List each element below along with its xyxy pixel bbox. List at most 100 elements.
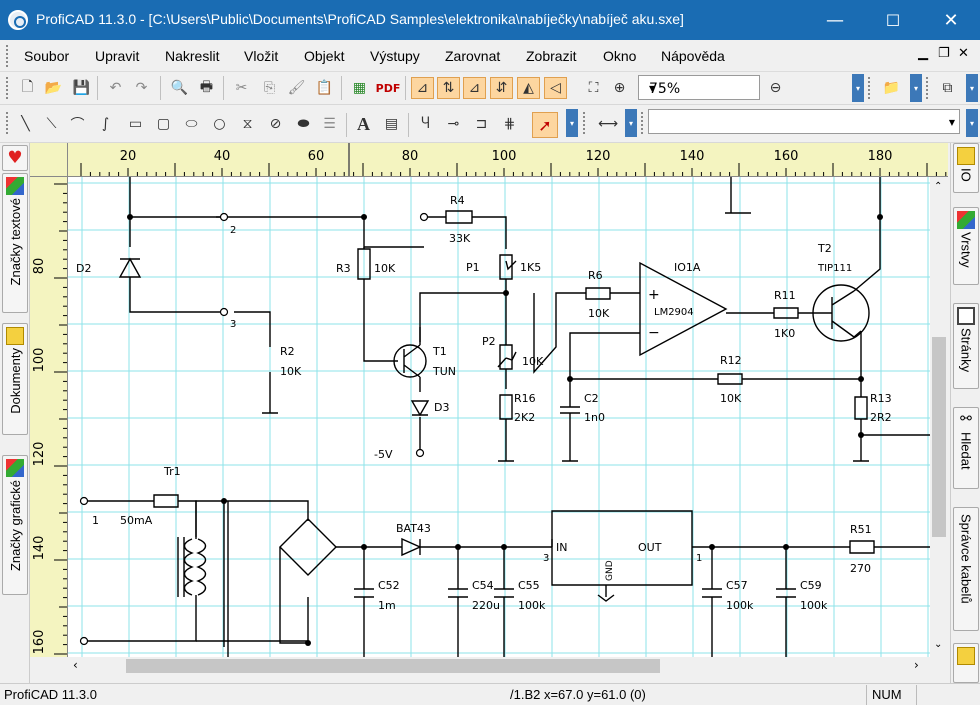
tab-znacky-graficke[interactable]: Značky grafické — [2, 455, 28, 595]
close-button[interactable]: ✕ — [922, 0, 980, 40]
scroll-left-arrow-icon[interactable]: ‹ — [73, 658, 78, 672]
svg-text:−: − — [648, 325, 660, 341]
select-arrow-tool-icon[interactable]: ➚ — [532, 112, 558, 138]
toolbar-overflow-chevron[interactable]: ▾ — [852, 74, 864, 102]
menu-objekt[interactable]: Objekt — [304, 48, 344, 64]
toolbar-overflow-chevron-4[interactable]: ▾ — [566, 109, 578, 137]
rounded-rect-tool-icon[interactable]: ▢ — [152, 113, 175, 135]
svg-text:2K2: 2K2 — [514, 411, 535, 424]
label-tool-icon[interactable]: ⊐ — [470, 113, 493, 135]
tab-vrstvy[interactable]: Vrstvy — [953, 207, 979, 285]
paste-icon[interactable]: 📋 — [313, 77, 336, 99]
mirror-vertical-icon[interactable]: ◁ — [544, 77, 567, 99]
maximize-button[interactable]: ☐ — [864, 0, 922, 40]
rotate-left-icon[interactable]: ⊿ — [411, 77, 434, 99]
menu-zobrazit[interactable]: Zobrazit — [526, 48, 577, 64]
copy-icon[interactable]: ⎘ — [258, 77, 281, 99]
line-tool-icon[interactable]: ╲ — [14, 113, 37, 135]
junction-tool-icon[interactable]: ⊸ — [442, 113, 465, 135]
ellipse-crossed-tool-icon[interactable]: ⊘ — [264, 113, 287, 135]
mdi-restore-button[interactable]: ❐ — [938, 46, 950, 61]
zoom-fit-icon[interactable]: ⛶ — [582, 77, 605, 99]
ellipse-tool-icon[interactable]: ⬭ — [180, 113, 203, 135]
pdf-export-button[interactable]: PDF — [375, 77, 401, 99]
toolbar-overflow-chevron-6[interactable]: ▾ — [966, 109, 978, 137]
menu-nakreslit[interactable]: Nakreslit — [165, 48, 219, 64]
minimize-button[interactable]: — — [806, 0, 864, 40]
textbox-tool-icon[interactable]: ▤ — [380, 113, 403, 135]
rotate-right-icon[interactable]: ⊿ — [463, 77, 486, 99]
new-file-icon[interactable]: 🗋 — [16, 77, 39, 99]
flip-down-icon[interactable]: ⇵ — [490, 77, 513, 99]
ruler-label: 120 — [586, 149, 611, 164]
mdi-close-button[interactable]: ✕ — [958, 46, 969, 61]
scroll-right-arrow-icon[interactable]: › — [914, 658, 919, 672]
vertical-scrollbar[interactable]: ⌃ ⌄ — [930, 177, 948, 657]
copy-pages-icon[interactable]: ⧉ — [936, 77, 959, 99]
redo-icon[interactable]: ↷ — [130, 77, 153, 99]
toolbar-overflow-chevron-3[interactable]: ▾ — [966, 74, 978, 102]
drawing-canvas[interactable]: D2 R3 10K R4 33K P1 1K5 R6 10K IO1A LM29… — [68, 177, 930, 657]
vertical-ruler-svg: 80 100 120 140 160 — [32, 183, 67, 655]
menu-zarovnat[interactable]: Zarovnat — [445, 48, 500, 64]
svg-text:C59: C59 — [800, 579, 822, 592]
svg-text:100k: 100k — [726, 599, 754, 612]
menu-vlozit[interactable]: Vložit — [244, 48, 278, 64]
scroll-down-arrow-icon[interactable]: ⌄ — [934, 639, 942, 650]
menu-soubor[interactable]: Soubor — [24, 48, 69, 64]
horizontal-scroll-thumb[interactable] — [126, 659, 660, 673]
cut-icon[interactable]: ✂ — [230, 77, 253, 99]
menu-grip — [6, 45, 9, 67]
text-tool-button[interactable]: A — [352, 113, 375, 135]
mirror-horizontal-icon[interactable]: ◭ — [517, 77, 540, 99]
polyline-tool-icon[interactable]: ⟍ — [40, 113, 63, 135]
layer-combo[interactable]: ▼ — [648, 109, 960, 134]
tab-znacky-textove[interactable]: Značky textové — [2, 173, 28, 313]
export-image-icon[interactable]: ▦ — [348, 77, 371, 99]
tab-io[interactable]: IO — [953, 143, 979, 193]
print-preview-icon[interactable]: 🔍 — [168, 77, 191, 99]
arc-tool-icon[interactable]: ⌒ — [66, 113, 89, 135]
svg-text:T2: T2 — [817, 242, 832, 255]
toolbar-overflow-chevron-5[interactable]: ▾ — [625, 109, 637, 137]
horizontal-scrollbar[interactable]: ‹ › — [68, 657, 930, 675]
wire-tool-icon[interactable]: Ⴗ — [414, 113, 437, 135]
save-icon[interactable]: 💾 — [70, 77, 93, 99]
flip-up-icon[interactable]: ⇅ — [437, 77, 460, 99]
bezier-tool-icon[interactable]: ∫ — [94, 113, 117, 135]
menu-napoveda[interactable]: Nápověda — [661, 48, 725, 64]
bus-tool-icon[interactable]: ⋕ — [498, 113, 521, 135]
svg-text:P2: P2 — [482, 335, 496, 348]
hourglass-tool-icon[interactable]: ⧖ — [236, 113, 259, 135]
zoom-in-icon[interactable]: ⊕ — [608, 77, 631, 99]
menu-vystupy[interactable]: Výstupy — [370, 48, 420, 64]
format-painter-icon[interactable]: 🖌 — [285, 77, 308, 99]
zoom-out-icon[interactable]: ⊖ — [764, 77, 787, 99]
rectangle-tool-icon[interactable]: ▭ — [124, 113, 147, 135]
tab-extra[interactable] — [953, 643, 979, 683]
menu-upravit[interactable]: Upravit — [95, 48, 139, 64]
vertical-scroll-thumb[interactable] — [932, 337, 946, 537]
tab-spravce-kabelu[interactable]: Správce kabelů — [953, 507, 979, 631]
menu-okno[interactable]: Okno — [603, 48, 636, 64]
folder-icon[interactable]: 📁 — [880, 77, 903, 99]
circle-tool-icon[interactable]: ○ — [208, 113, 231, 135]
dimension-tool-icon[interactable]: ⟷ — [594, 113, 622, 135]
print-icon[interactable]: 🖶 — [195, 77, 218, 99]
list-tool-icon[interactable]: ☰ — [318, 113, 341, 135]
tab-hledat[interactable]: ⚯ Hledat — [953, 407, 979, 489]
scroll-up-arrow-icon[interactable]: ⌃ — [934, 181, 942, 192]
shape-tool-icon[interactable]: ⬬ — [292, 113, 315, 135]
tab-dokumenty[interactable]: Dokumenty — [2, 323, 28, 435]
mdi-minimize-button[interactable]: ▁ — [918, 46, 928, 61]
zoom-select[interactable]: 75% ▼ — [638, 75, 760, 100]
toolbar-overflow-chevron-2[interactable]: ▾ — [910, 74, 922, 102]
status-coordinates: /1.B2 x=67.0 y=61.0 (0) — [510, 687, 646, 702]
open-folder-icon[interactable]: 📂 — [42, 77, 65, 99]
favorites-tab[interactable]: ♥ — [2, 145, 28, 171]
symbols-icon — [6, 459, 24, 477]
undo-icon[interactable]: ↶ — [104, 77, 127, 99]
status-app: ProfiCAD 11.3.0 — [4, 687, 97, 702]
schematic-svg[interactable]: D2 R3 10K R4 33K P1 1K5 R6 10K IO1A LM29… — [68, 177, 930, 657]
tab-stranky[interactable]: Stránky — [953, 303, 979, 389]
